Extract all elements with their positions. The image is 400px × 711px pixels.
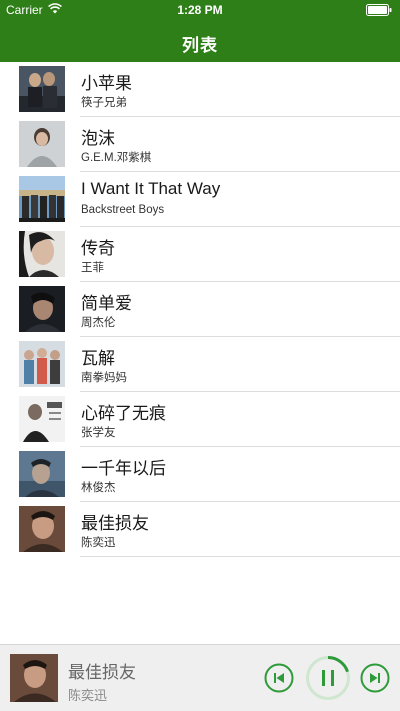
song-title: 泡沫 <box>81 129 115 148</box>
battery-icon <box>366 4 392 19</box>
pause-icon <box>306 656 350 700</box>
song-title: 传奇 <box>81 239 115 258</box>
now-playing-artist: 陈奕迅 <box>68 688 108 703</box>
song-artist: Backstreet Boys <box>81 204 165 216</box>
album-cover-thumbnail <box>19 176 65 222</box>
song-list: 小苹果 筷子兄弟 泡沫 G.E.M.邓紫棋 I Want It That Way… <box>0 62 400 557</box>
skip-next-icon <box>360 663 390 693</box>
song-row[interactable]: I Want It That Way Backstreet Boys <box>0 172 400 227</box>
song-title: 最佳损友 <box>81 514 149 533</box>
status-time: 1:28 PM <box>177 3 223 17</box>
album-cover-thumbnail <box>19 286 65 332</box>
song-row[interactable]: 泡沫 G.E.M.邓紫棋 <box>0 117 400 172</box>
song-artist: G.E.M.邓紫棋 <box>81 152 152 164</box>
album-cover-thumbnail <box>19 341 65 387</box>
song-title: 心碎了无痕 <box>81 404 166 423</box>
song-row[interactable]: 传奇 王菲 <box>0 227 400 282</box>
song-title: I Want It That Way <box>81 179 221 198</box>
song-artist: 南拳妈妈 <box>81 372 127 384</box>
music-list-screen: Carrier 1:28 PM 列表 小苹果 筷子兄弟 泡沫 G.E.M.邓紫棋… <box>0 0 400 711</box>
song-artist: 周杰伦 <box>81 317 116 329</box>
song-row[interactable]: 简单爱 周杰伦 <box>0 282 400 337</box>
song-title: 小苹果 <box>81 74 132 93</box>
song-title: 一千年以后 <box>81 459 166 478</box>
now-playing-cover <box>10 654 58 702</box>
song-artist: 陈奕迅 <box>81 537 116 549</box>
album-cover-thumbnail <box>19 506 65 552</box>
song-artist: 王菲 <box>81 262 104 274</box>
album-cover-thumbnail <box>19 396 65 442</box>
page-title: 列表 <box>182 36 218 55</box>
song-title: 瓦解 <box>81 349 115 368</box>
song-row[interactable]: 心碎了无痕 张学友 <box>0 392 400 447</box>
album-cover-thumbnail <box>19 66 65 112</box>
album-cover-thumbnail <box>19 121 65 167</box>
skip-previous-icon <box>264 663 294 693</box>
now-playing-bar[interactable]: 最佳损友 陈奕迅 <box>0 644 400 711</box>
album-cover-thumbnail <box>19 451 65 497</box>
song-artist: 林俊杰 <box>81 482 116 494</box>
song-row[interactable]: 瓦解 南拳妈妈 <box>0 337 400 392</box>
skip-previous-button[interactable] <box>264 663 294 693</box>
status-bar: Carrier 1:28 PM <box>0 0 400 20</box>
now-playing-title: 最佳损友 <box>68 663 136 682</box>
album-cover-thumbnail <box>19 231 65 277</box>
skip-next-button[interactable] <box>360 663 390 693</box>
song-title: 简单爱 <box>81 294 132 313</box>
song-artist: 张学友 <box>81 427 116 439</box>
song-row[interactable]: 最佳损友 陈奕迅 <box>0 502 400 557</box>
header-bar: Carrier 1:28 PM 列表 <box>0 0 400 62</box>
song-row[interactable]: 一千年以后 林俊杰 <box>0 447 400 502</box>
song-artist: 筷子兄弟 <box>81 97 127 109</box>
row-separator <box>80 556 400 557</box>
play-pause-button[interactable] <box>305 655 351 701</box>
song-row[interactable]: 小苹果 筷子兄弟 <box>0 62 400 117</box>
